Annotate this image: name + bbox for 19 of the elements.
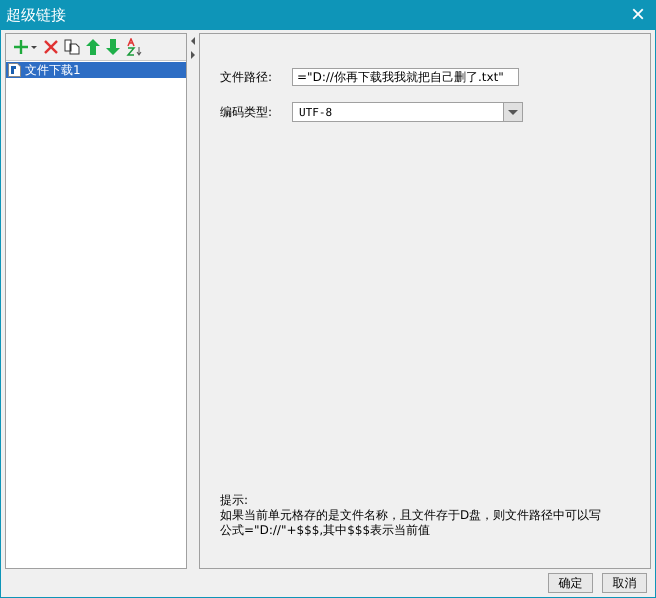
- copy-icon[interactable]: [64, 39, 80, 55]
- dialog-button[interactable]: 确定: [548, 573, 593, 593]
- field-label: 文件路径:: [220, 68, 274, 86]
- delete-icon[interactable]: [44, 40, 58, 54]
- hint-text: 提示:: [220, 493, 250, 508]
- dialog-button[interactable]: 取消: [602, 573, 647, 593]
- window-title: 超级链接: [6, 6, 66, 24]
- encoding-dropdown[interactable]: UTF-8: [292, 102, 523, 122]
- field-label: 编码类型:: [220, 104, 274, 120]
- collapse-left-icon[interactable]: [191, 37, 195, 45]
- document-icon: [8, 63, 21, 77]
- expand-right-icon[interactable]: [191, 51, 195, 59]
- hint-text: 公式="D://"+$$$,其中$$$表示当前值: [220, 523, 432, 538]
- add-dropdown-icon[interactable]: [14, 39, 38, 55]
- sort-icon[interactable]: [126, 38, 144, 56]
- hint-text: 如果当前单元格存的是文件名称，且文件存于D盘，则文件路径中可以写: [220, 508, 602, 523]
- dropdown-arrow-icon[interactable]: [508, 110, 518, 114]
- file-path-field[interactable]: ="D://你再下载我我就把自己删了.txt": [292, 68, 519, 86]
- list-item[interactable]: 文件下载1: [6, 62, 186, 78]
